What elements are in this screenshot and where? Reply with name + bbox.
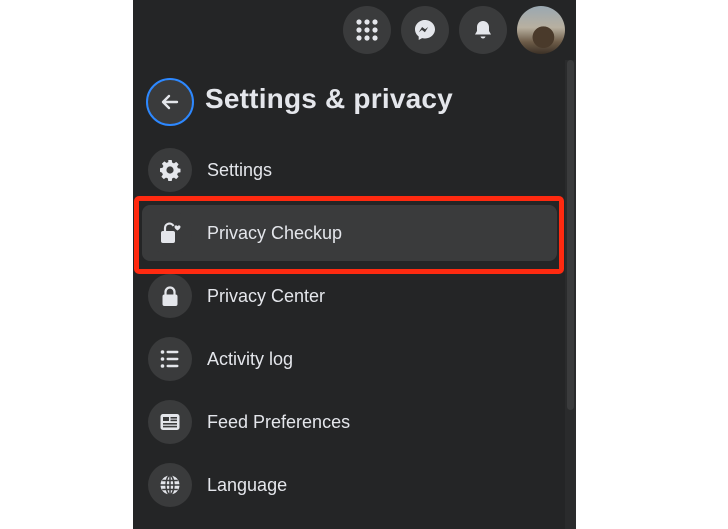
- menu-item-feed-preferences[interactable]: Feed Preferences: [142, 394, 557, 450]
- messenger-button[interactable]: [401, 6, 449, 54]
- feed-icon: [148, 400, 192, 444]
- menu-item-label: Activity log: [207, 348, 294, 369]
- menu-item-privacy-center[interactable]: Privacy Center: [142, 268, 557, 324]
- back-button[interactable]: [146, 78, 194, 126]
- menu-item-label: Settings: [207, 159, 273, 180]
- arrow-left-icon: [161, 94, 179, 110]
- lock-heart-icon: [148, 211, 192, 255]
- lock-icon: [148, 274, 192, 318]
- gear-icon: [148, 148, 192, 192]
- scrollbar[interactable]: [565, 60, 576, 529]
- menu-item-label: Feed Preferences: [207, 411, 351, 432]
- globe-icon: [148, 463, 192, 507]
- menu-item-label: Privacy Center: [207, 285, 326, 306]
- menu-item-settings[interactable]: Settings: [142, 142, 557, 198]
- notifications-button[interactable]: [459, 6, 507, 54]
- profile-avatar[interactable]: [517, 6, 565, 54]
- page-title: Settings & privacy: [205, 83, 453, 114]
- menu-item-privacy-checkup[interactable]: Privacy Checkup: [142, 205, 557, 261]
- menu-item-label: Language: [207, 474, 288, 495]
- menu-button[interactable]: [343, 6, 391, 54]
- scrollbar-thumb[interactable]: [567, 60, 574, 410]
- list-icon: [148, 337, 192, 381]
- messenger-icon: [415, 20, 435, 40]
- menu-item-activity-log[interactable]: Activity log: [142, 331, 557, 387]
- menu-item-label: Privacy Checkup: [207, 222, 343, 243]
- notifications-bell-icon: [475, 21, 491, 39]
- menu-item-language[interactable]: Language: [142, 457, 557, 513]
- menu-grid-icon: [356, 19, 378, 41]
